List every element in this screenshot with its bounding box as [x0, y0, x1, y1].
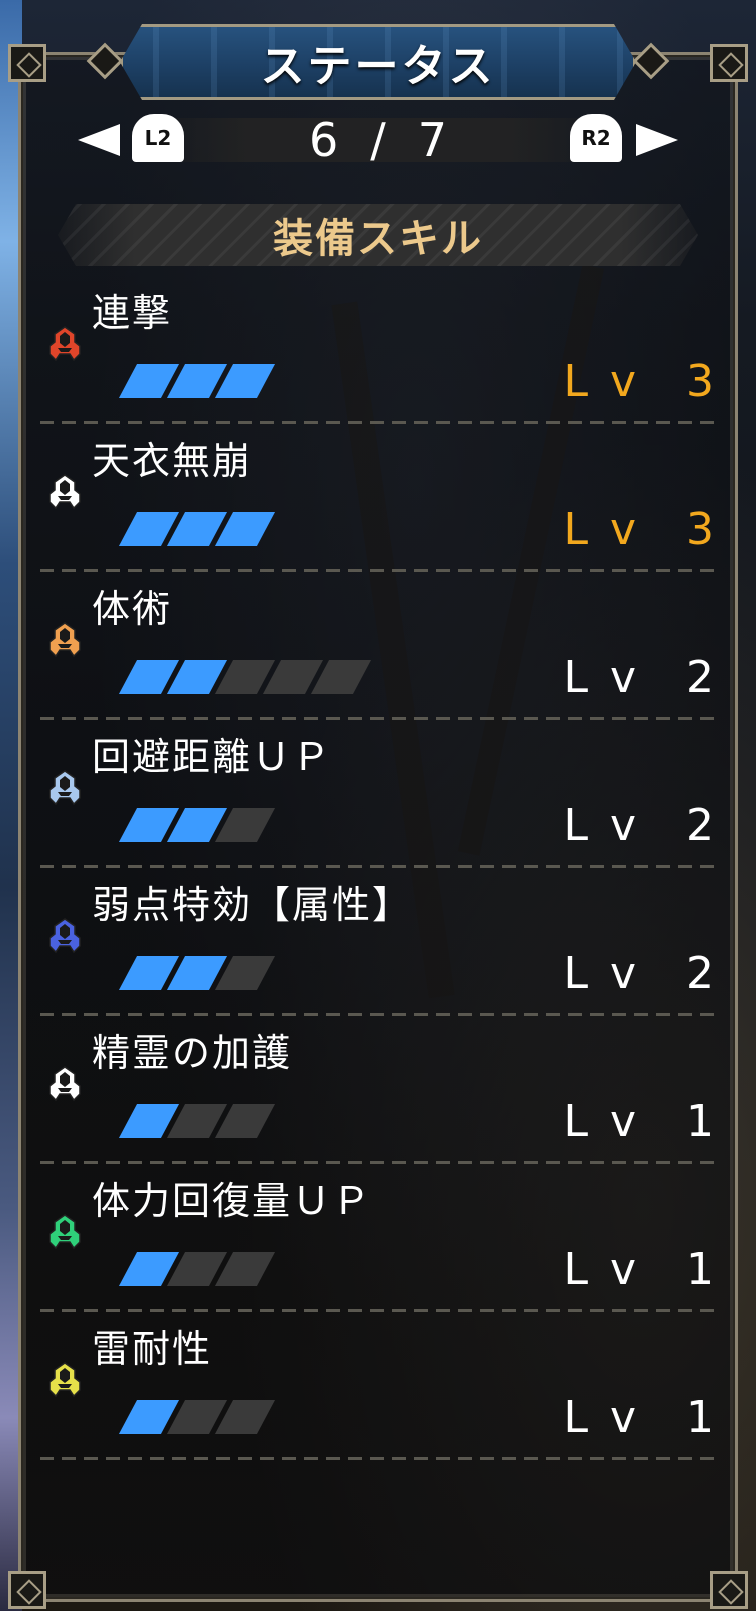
next-page-arrow-icon[interactable]	[636, 124, 678, 156]
page-total: 7	[417, 113, 452, 167]
skill-row[interactable]: 回避距離ＵＰ Lv 2	[30, 720, 720, 868]
skill-level-prefix: Lv	[563, 652, 658, 703]
skill-level: Lv 1	[563, 1244, 716, 1295]
skill-row[interactable]: 弱点特効【属性】 Lv 2	[30, 868, 720, 1016]
panel-corner-ornament	[8, 44, 46, 82]
skill-gem-icon	[49, 1214, 81, 1250]
skill-level-value: 3	[686, 504, 716, 555]
skill-name: 弱点特効【属性】	[92, 883, 413, 927]
skill-row[interactable]: 天衣無崩 Lv 3	[30, 424, 720, 572]
page-current: 6	[308, 113, 343, 167]
panel-corner-ornament	[8, 1571, 46, 1609]
skill-gem-icon	[49, 622, 81, 658]
skill-level-bar	[118, 364, 276, 398]
skill-level-bar	[118, 956, 276, 990]
skill-row[interactable]: 体力回復量ＵＰ Lv 1	[30, 1164, 720, 1312]
skill-gem-icon	[49, 474, 81, 510]
skill-level: Lv 3	[563, 504, 716, 555]
skill-row[interactable]: 雷耐性 Lv 1	[30, 1312, 720, 1460]
skill-level: Lv 2	[563, 800, 716, 851]
skill-level-prefix: Lv	[563, 1096, 658, 1147]
skill-gem-icon	[49, 1362, 81, 1398]
skill-name: 回避距離ＵＰ	[92, 735, 333, 779]
skill-level: Lv 1	[563, 1096, 716, 1147]
skill-level-bar	[118, 512, 276, 546]
skill-level-bar	[118, 1104, 276, 1138]
skill-level-value: 1	[686, 1096, 716, 1147]
skill-level: Lv 3	[563, 356, 716, 407]
skill-row[interactable]: 体術 Lv 2	[30, 572, 720, 720]
skill-level: Lv 2	[563, 652, 716, 703]
skill-level: Lv 1	[563, 1392, 716, 1443]
skill-level-value: 2	[686, 652, 716, 703]
panel-corner-ornament	[710, 44, 748, 82]
skill-level-value: 3	[686, 356, 716, 407]
skill-name: 精霊の加護	[92, 1031, 293, 1075]
prev-page-button[interactable]: L2	[132, 114, 184, 162]
skill-level: Lv 2	[563, 948, 716, 999]
skill-gem-icon	[49, 918, 81, 954]
skill-level-prefix: Lv	[563, 800, 658, 851]
section-title: 装備スキル	[273, 216, 483, 262]
skill-row[interactable]: 精霊の加護 Lv 1	[30, 1016, 720, 1164]
skill-gem-icon	[49, 326, 81, 362]
skill-list: 連撃 Lv 3 天衣無崩 Lv 3 体術 Lv 2 回避距離ＵＰ Lv 2 弱点特効【属性】 Lv 2 精霊の…	[30, 276, 720, 1460]
skill-level-value: 2	[686, 948, 716, 999]
page-separator: /	[370, 113, 390, 167]
skill-gem-icon	[49, 770, 81, 806]
skill-level-prefix: Lv	[563, 356, 658, 407]
skill-gem-icon	[49, 1066, 81, 1102]
skill-level-value: 1	[686, 1244, 716, 1295]
page-indicator: 6 / 7	[250, 112, 510, 168]
prev-page-arrow-icon[interactable]	[78, 124, 120, 156]
skill-name: 体力回復量ＵＰ	[92, 1179, 373, 1223]
skill-level-bar	[118, 1252, 276, 1286]
skill-level-prefix: Lv	[563, 1392, 658, 1443]
skill-name: 連撃	[92, 291, 173, 335]
skill-level-value: 1	[686, 1392, 716, 1443]
skill-level-bar	[118, 808, 276, 842]
skill-level-prefix: Lv	[563, 504, 658, 555]
skill-name: 天衣無崩	[92, 439, 253, 483]
next-page-button[interactable]: R2	[570, 114, 622, 162]
skill-name: 体術	[92, 587, 173, 631]
skill-level-bar	[118, 660, 372, 694]
panel-corner-ornament	[710, 1571, 748, 1609]
skill-level-prefix: Lv	[563, 1244, 658, 1295]
skill-level-prefix: Lv	[563, 948, 658, 999]
skill-level-bar	[118, 1400, 276, 1434]
skill-name: 雷耐性	[92, 1327, 213, 1371]
skill-row[interactable]: 連撃 Lv 3	[30, 276, 720, 424]
skill-level-value: 2	[686, 800, 716, 851]
page-title: ステータス	[260, 41, 496, 92]
